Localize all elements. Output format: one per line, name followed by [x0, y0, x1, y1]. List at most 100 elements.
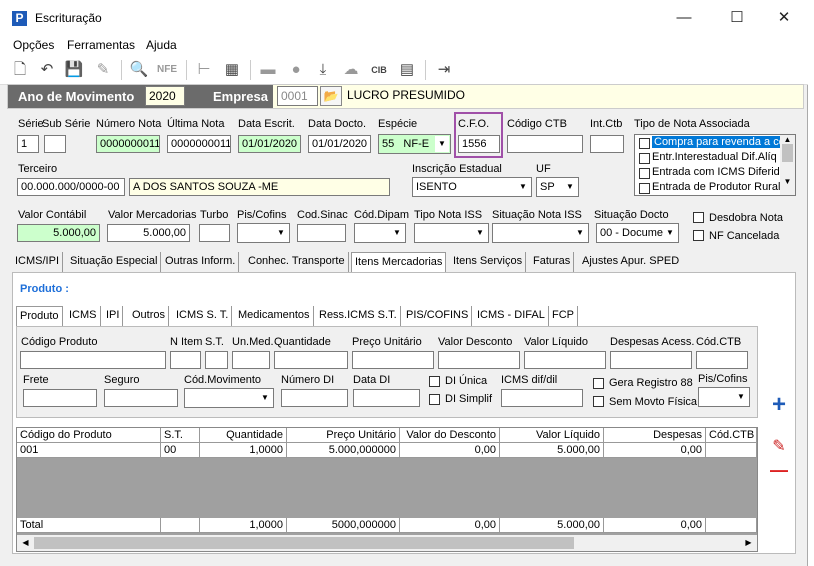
- empresa-code-field[interactable]: 0001: [277, 86, 318, 106]
- download-icon[interactable]: ⤓: [312, 59, 334, 81]
- chevron-down-icon[interactable]: ▼: [573, 225, 587, 241]
- grid-header-cell[interactable]: Código do Produto: [17, 428, 161, 443]
- chevron-down-icon[interactable]: ▼: [663, 225, 677, 241]
- menu-ferramentas[interactable]: Ferramentas: [67, 38, 135, 52]
- delete-icon[interactable]: ✎: [92, 59, 114, 81]
- cod-sinac-field[interactable]: [297, 224, 346, 242]
- grid-header-cell[interactable]: Valor Líquido: [500, 428, 604, 443]
- codigo-produto-field[interactable]: [20, 351, 166, 369]
- terceiro-cnpj-field[interactable]: 00.000.000/0000-00: [17, 178, 125, 196]
- scroll-thumb[interactable]: [34, 537, 574, 549]
- preco-unitario-field[interactable]: [352, 351, 434, 369]
- grid-header-cell[interactable]: S.T.: [161, 428, 200, 443]
- tab-outros[interactable]: Outros: [129, 306, 170, 326]
- tab-itens-servicos[interactable]: Itens Serviços: [450, 252, 527, 272]
- scroll-down-icon[interactable]: ▼: [780, 177, 795, 186]
- menu-opcoes[interactable]: Opções: [13, 38, 54, 52]
- scroll-left-icon[interactable]: ◀: [18, 535, 33, 550]
- st-field[interactable]: [205, 351, 228, 369]
- scroll-thumb[interactable]: [782, 144, 793, 162]
- tipo-nota-checkbox[interactable]: [639, 183, 650, 194]
- tab-ajustes-apur-sped[interactable]: Ajustes Apur. SPED: [579, 252, 682, 272]
- situacao-docto-select[interactable]: 00 - Documer ▼: [596, 223, 679, 243]
- cod-dipam-select[interactable]: ▼: [354, 223, 406, 243]
- nf-cancelada-checkbox[interactable]: [693, 230, 704, 241]
- tab-icms-ipi[interactable]: ICMS/IPI: [12, 252, 64, 272]
- minimize-button[interactable]: —: [672, 8, 696, 28]
- n-item-field[interactable]: [170, 351, 201, 369]
- data-di-field[interactable]: [353, 389, 420, 407]
- grid-header-cell[interactable]: Cód.CTB: [706, 428, 757, 443]
- open-folder-icon[interactable]: 📂: [320, 86, 342, 106]
- data-docto-field[interactable]: 01/01/2020: [308, 135, 371, 153]
- tab-situacao-especial[interactable]: Situação Especial: [67, 252, 162, 272]
- tipo-nota-checkbox[interactable]: [639, 153, 650, 164]
- tab-itens-mercadorias[interactable]: Itens Mercadorias: [351, 252, 447, 272]
- especie-select[interactable]: 55 NF-E ▼: [378, 134, 451, 154]
- turbo-field[interactable]: [199, 224, 230, 242]
- cfo-field[interactable]: 1556: [458, 135, 500, 153]
- serie-field[interactable]: 1: [17, 135, 39, 153]
- scroll-right-icon[interactable]: ▶: [741, 535, 756, 550]
- grid-header-cell[interactable]: Valor do Desconto: [400, 428, 500, 443]
- maximize-button[interactable]: ☐: [725, 8, 749, 28]
- quantidade-field[interactable]: [274, 351, 348, 369]
- chevron-down-icon[interactable]: ▼: [563, 179, 577, 195]
- valor-liquido-field[interactable]: [524, 351, 606, 369]
- menu-ajuda[interactable]: Ajuda: [146, 38, 177, 52]
- cib-icon[interactable]: CIB: [368, 59, 390, 81]
- situacao-nota-iss-select[interactable]: ▼: [492, 223, 589, 243]
- chevron-down-icon[interactable]: ▼: [274, 225, 288, 241]
- undo-icon[interactable]: ↶: [36, 59, 58, 81]
- numero-di-field[interactable]: [281, 389, 348, 407]
- grid-header-cell[interactable]: Quantidade: [200, 428, 287, 443]
- close-button[interactable]: ✕: [772, 8, 796, 28]
- un-med-field[interactable]: [232, 351, 270, 369]
- despesas-acess-field[interactable]: [610, 351, 692, 369]
- tab-ipi[interactable]: IPI: [103, 306, 124, 326]
- valor-mercadorias-field[interactable]: 5.000,00: [107, 224, 190, 242]
- chevron-down-icon[interactable]: ▼: [390, 225, 404, 241]
- tipo-nota-checkbox[interactable]: [639, 168, 650, 179]
- apple-icon[interactable]: ●: [285, 59, 307, 81]
- tab-icms[interactable]: ICMS: [66, 306, 101, 326]
- tab-medicamentos[interactable]: Medicamentos: [235, 306, 314, 326]
- tipo-nota-iss-select[interactable]: ▼: [414, 223, 489, 243]
- edit-pencil-icon[interactable]: ✎: [767, 436, 791, 456]
- tab-conhec-transporte[interactable]: Conhec. Transporte: [245, 252, 349, 272]
- di-simplif-checkbox[interactable]: [429, 394, 440, 405]
- book-icon[interactable]: ▤: [396, 59, 418, 81]
- pis-cofins-item-select[interactable]: ▼: [698, 387, 750, 407]
- gera-registro-88-checkbox[interactable]: [593, 378, 604, 389]
- folder-icon[interactable]: ▬: [257, 59, 279, 81]
- tipo-nota-scrollbar[interactable]: ▲ ▼: [780, 135, 795, 195]
- tipo-nota-item[interactable]: Entrada com ICMS Diferido: [652, 166, 780, 178]
- chevron-down-icon[interactable]: ▼: [435, 136, 449, 152]
- subserie-field[interactable]: [44, 135, 66, 153]
- cod-movimento-select[interactable]: ▼: [184, 388, 274, 408]
- cloud-icon[interactable]: ☁: [340, 59, 362, 81]
- calculator-icon[interactable]: ▦: [221, 59, 243, 81]
- seguro-field[interactable]: [104, 389, 178, 407]
- cod-ctb-field[interactable]: [696, 351, 748, 369]
- chevron-down-icon[interactable]: ▼: [516, 179, 530, 195]
- tab-faturas[interactable]: Faturas: [530, 252, 575, 272]
- ie-select[interactable]: ISENTO ▼: [412, 177, 532, 197]
- di-unica-checkbox[interactable]: [429, 376, 440, 387]
- numero-nota-field[interactable]: 0000000011: [96, 135, 160, 153]
- chevron-down-icon[interactable]: ▼: [473, 225, 487, 241]
- chevron-down-icon[interactable]: ▼: [258, 390, 272, 406]
- tipo-nota-item[interactable]: Compra para revenda a co: [652, 136, 780, 148]
- chevron-down-icon[interactable]: ▼: [734, 389, 748, 405]
- sem-movto-fisica-checkbox[interactable]: [593, 396, 604, 407]
- save-icon[interactable]: 💾: [63, 59, 85, 81]
- preview-icon[interactable]: 🔍: [128, 59, 150, 81]
- add-item-button[interactable]: +: [767, 393, 791, 418]
- tipo-nota-item[interactable]: Entrada de Produtor Rural: [652, 181, 780, 193]
- remove-item-button[interactable]: —: [767, 460, 791, 480]
- tab-pis-cofins[interactable]: PIS/COFINS: [403, 306, 473, 326]
- icms-dif-dil-field[interactable]: [501, 389, 583, 407]
- valor-desconto-field[interactable]: [438, 351, 520, 369]
- tipo-nota-item[interactable]: Entr.Interestadual Dif.Alíq: [652, 151, 780, 163]
- tab-icms-st[interactable]: ICMS S. T.: [173, 306, 233, 326]
